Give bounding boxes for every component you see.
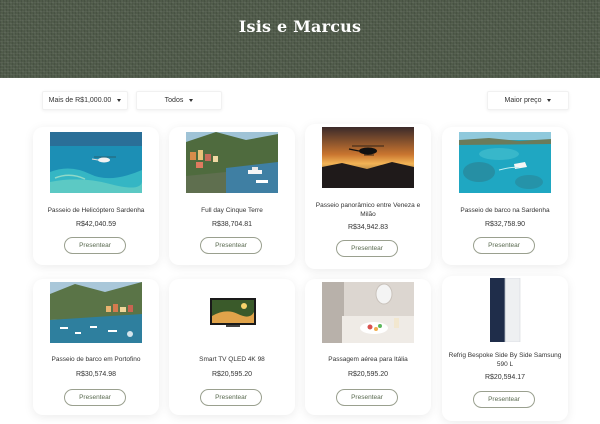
product-name: Passeio de barco na Sardenha <box>460 207 550 214</box>
category-filter-label: Todos <box>164 97 184 104</box>
product-price: R$20,594.17 <box>484 374 526 381</box>
product-price: R$20,595.20 <box>347 371 389 378</box>
price-filter-dropdown[interactable]: Mais de R$1,000.00 <box>42 91 128 110</box>
portofino-bay-image <box>50 282 142 343</box>
chevron-down-icon <box>547 99 552 102</box>
page-title: Isis e Marcus <box>238 17 362 36</box>
price-filter-label: Mais de R$1,000.00 <box>48 97 112 104</box>
product-card[interactable]: Passeio panorâmico entre Veneza e Milão … <box>305 124 431 269</box>
product-price: R$20,595.20 <box>211 371 253 378</box>
gift-button[interactable]: Presentear <box>336 240 398 257</box>
product-price: R$42,040.59 <box>75 221 117 228</box>
product-card[interactable]: Passeio de Helicóptero Sardenha R$42,040… <box>33 127 159 265</box>
category-filter-dropdown[interactable]: Todos <box>136 91 222 110</box>
product-name: Smart TV QLED 4K 98 <box>199 356 265 363</box>
sort-dropdown[interactable]: Maior preço <box>487 91 569 110</box>
product-card[interactable]: Smart TV QLED 4K 98 R$20,595.20 Presente… <box>169 279 295 415</box>
product-card[interactable]: Passeio de barco em Portofino R$30,574.9… <box>33 279 159 415</box>
gift-button[interactable]: Presentear <box>200 389 262 406</box>
sort-label: Maior preço <box>504 97 542 104</box>
cinque-terre-image <box>186 132 278 193</box>
product-card[interactable]: Refrig Bespoke Side By Side Samsung 590 … <box>442 276 568 421</box>
helicopter-sea-image <box>50 132 142 193</box>
airplane-meal-image <box>322 282 414 343</box>
product-card[interactable]: Passagem aérea para Itália R$20,595.20 P… <box>305 279 431 415</box>
chevron-down-icon <box>117 99 122 102</box>
gift-button[interactable]: Presentear <box>200 237 262 254</box>
helicopter-sunset-image <box>322 127 414 188</box>
product-card[interactable]: Passeio de barco na Sardenha R$32,758.90… <box>442 127 568 265</box>
gift-button[interactable]: Presentear <box>64 237 126 254</box>
chevron-down-icon <box>189 99 194 102</box>
gift-button[interactable]: Presentear <box>64 389 126 406</box>
product-name: Refrig Bespoke Side By Side Samsung 590 … <box>448 352 562 368</box>
product-price: R$38,704.81 <box>211 221 253 228</box>
smart-tv-image <box>186 282 278 343</box>
product-price: R$32,758.90 <box>484 221 526 228</box>
gift-button[interactable]: Presentear <box>473 391 535 408</box>
product-price: R$34,942.83 <box>347 224 389 231</box>
product-price: R$30,574.98 <box>75 371 117 378</box>
gift-button[interactable]: Presentear <box>336 389 398 406</box>
refrigerator-image <box>459 278 551 342</box>
hero-banner: Isis e Marcus <box>0 0 600 78</box>
product-name: Full day Cinque Terre <box>201 207 263 214</box>
product-name: Passeio panorâmico entre Veneza e Milão <box>315 202 421 218</box>
product-name: Passeio de barco em Portofino <box>51 356 141 363</box>
gift-button[interactable]: Presentear <box>473 237 535 254</box>
product-name: Passeio de Helicóptero Sardenha <box>47 207 145 214</box>
product-card[interactable]: Full day Cinque Terre R$38,704.81 Presen… <box>169 127 295 265</box>
boat-turquoise-sea-image <box>459 132 551 193</box>
product-name: Passagem aérea para Itália <box>328 356 408 363</box>
